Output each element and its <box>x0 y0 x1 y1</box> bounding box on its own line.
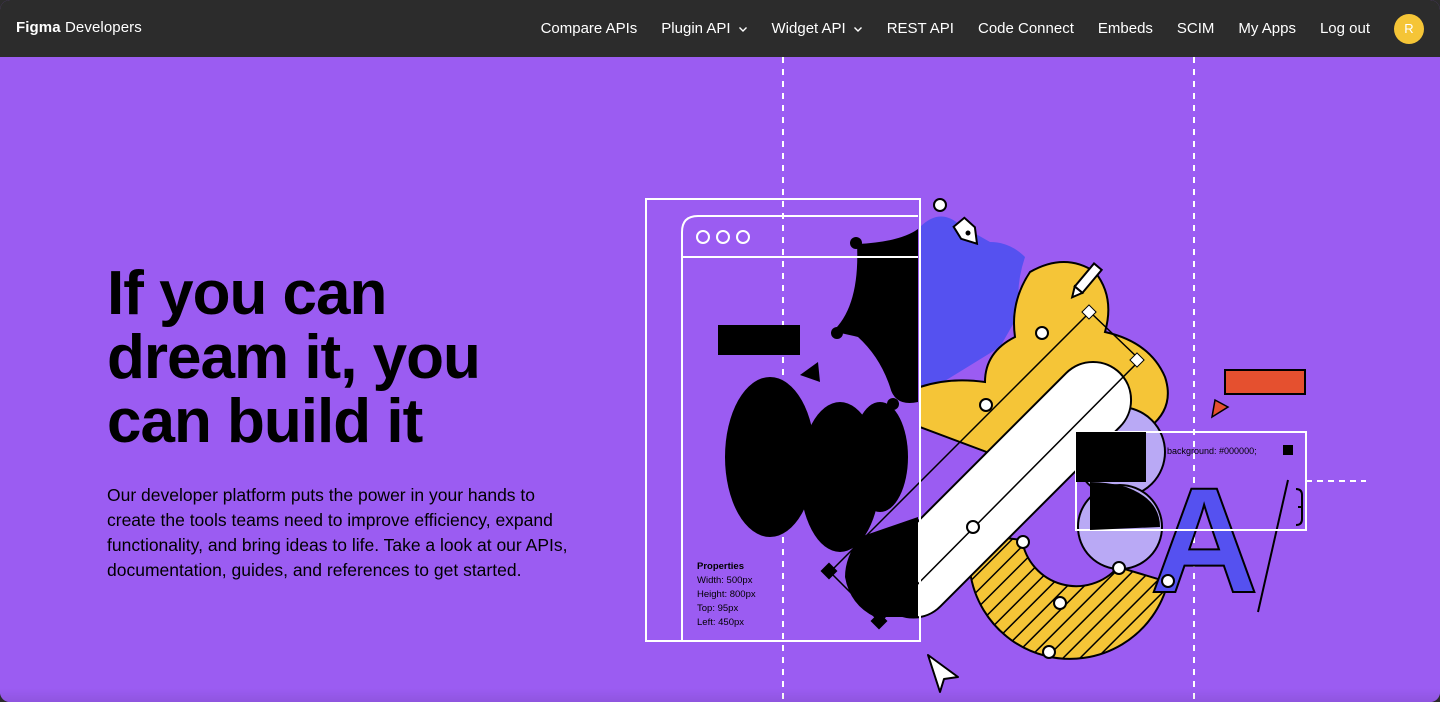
background-code-label: background: #000000; <box>1167 446 1257 456</box>
brand-logo[interactable]: Figma Developers <box>16 19 142 36</box>
node <box>887 398 899 410</box>
top-navigation: Figma Developers Compare APIs Plugin API… <box>0 0 1440 57</box>
node <box>1042 645 1056 659</box>
node <box>850 237 862 249</box>
bottom-shade <box>0 688 1440 702</box>
headline-line-1: If you can <box>107 259 387 328</box>
nav-item-label: Plugin API <box>661 20 731 37</box>
nav-item-label: Log out <box>1319 20 1370 37</box>
nav-item-label: My Apps <box>1238 20 1296 37</box>
brand-subtitle: Developers <box>64 19 142 36</box>
property-height: Height: 800px <box>697 589 756 600</box>
letter-a: A <box>1150 456 1258 624</box>
nav-item-label: Code Connect <box>977 20 1074 37</box>
window-dot <box>736 230 750 244</box>
arrow-cursor-icon <box>927 654 959 693</box>
node <box>831 327 843 339</box>
nav-widget-api[interactable]: Widget API <box>772 20 863 37</box>
color-swatch <box>1283 445 1293 455</box>
node <box>979 398 993 412</box>
node <box>1053 596 1067 610</box>
browser-frame: Figma Developers Compare APIs Plugin API… <box>0 0 1440 702</box>
nav-code-connect[interactable]: Code Connect <box>978 20 1074 37</box>
nav-item-label: REST API <box>886 20 954 37</box>
nav-compare-apis[interactable]: Compare APIs <box>541 20 638 37</box>
property-top: Top: 95px <box>697 603 738 614</box>
node <box>966 520 980 534</box>
node <box>1112 561 1126 575</box>
nav-scim[interactable]: SCIM <box>1177 20 1215 37</box>
hero-headline: If you can dream it, you can build it <box>107 262 577 454</box>
text-cursor-icon <box>1295 488 1303 526</box>
chevron-down-icon <box>738 26 747 32</box>
node <box>1016 535 1030 549</box>
chevron-down-icon <box>853 26 862 32</box>
nav-my-apps[interactable]: My Apps <box>1238 20 1296 37</box>
orange-bar <box>1224 369 1306 395</box>
headline-line-2: dream it, you <box>107 323 481 392</box>
node <box>1161 574 1175 588</box>
nav-plugin-api[interactable]: Plugin API <box>661 20 747 37</box>
node <box>933 198 947 212</box>
nav-embeds[interactable]: Embeds <box>1098 20 1153 37</box>
nav-item-label: SCIM <box>1176 20 1215 37</box>
brand-name: Figma <box>16 19 61 36</box>
black-bar <box>718 325 800 355</box>
hero-section: A Properties Width: 500px Height: 800px … <box>0 57 1440 702</box>
orange-triangle <box>1210 398 1230 419</box>
avatar-initial: R <box>1404 21 1414 36</box>
nav-menu: Compare APIs Plugin API Widget API REST … <box>541 0 1440 57</box>
nav-rest-api[interactable]: REST API <box>887 20 954 37</box>
black-scribble-3 <box>852 402 908 512</box>
black-square-top <box>1076 432 1146 482</box>
nav-log-out[interactable]: Log out <box>1320 20 1370 37</box>
window-dot <box>716 230 730 244</box>
properties-title: Properties <box>697 561 744 572</box>
user-avatar[interactable]: R <box>1394 13 1424 44</box>
black-triangle <box>800 362 820 382</box>
nav-item-label: Widget API <box>771 20 846 37</box>
property-left: Left: 450px <box>697 617 744 628</box>
node <box>1035 326 1049 340</box>
headline-line-3: can build it <box>107 387 423 456</box>
property-width: Width: 500px <box>697 575 753 586</box>
text-slash <box>1257 479 1289 613</box>
nav-item-label: Compare APIs <box>540 20 638 37</box>
window-dot <box>696 230 710 244</box>
hero-description: Our developer platform puts the power in… <box>107 485 568 580</box>
black-blob-top <box>832 229 918 403</box>
nav-item-label: Embeds <box>1097 20 1153 37</box>
